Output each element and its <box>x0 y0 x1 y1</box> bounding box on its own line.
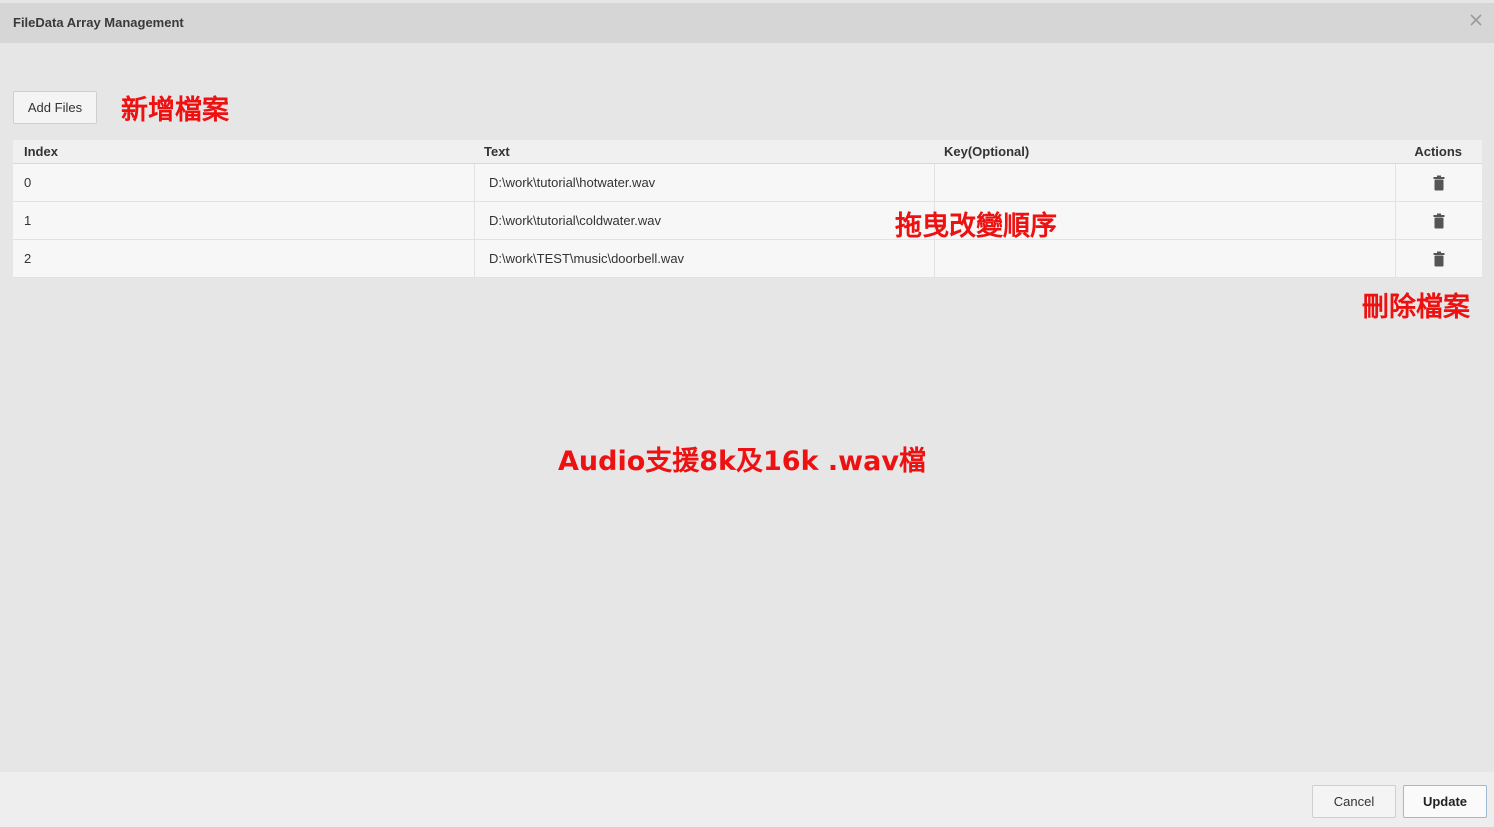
table-row[interactable]: 1 D:\work\tutorial\coldwater.wav <box>13 202 1482 240</box>
row-actions <box>1395 164 1482 201</box>
row-text[interactable]: D:\work\tutorial\coldwater.wav <box>474 202 934 239</box>
row-actions <box>1395 202 1482 239</box>
column-header-text: Text <box>484 144 510 159</box>
row-key[interactable] <box>934 164 1395 201</box>
update-button[interactable]: Update <box>1403 785 1487 818</box>
dialog-title: FileData Array Management <box>13 15 184 30</box>
row-actions <box>1395 240 1482 277</box>
row-text[interactable]: D:\work\tutorial\hotwater.wav <box>474 164 934 201</box>
dialog-footer: Cancel Update <box>0 772 1494 827</box>
row-index: 2 <box>24 251 32 266</box>
trash-icon[interactable] <box>1433 251 1445 267</box>
dialog-title-bar: FileData Array Management <box>0 3 1494 43</box>
annotation-drag-reorder: 拖曳改變順序 <box>895 211 1057 242</box>
column-header-key: Key(Optional) <box>944 144 1030 159</box>
row-key[interactable] <box>934 240 1395 277</box>
row-index: 0 <box>24 175 32 190</box>
cancel-button[interactable]: Cancel <box>1312 785 1396 818</box>
table-row[interactable]: 2 D:\work\TEST\music\doorbell.wav <box>13 240 1482 278</box>
annotation-delete-file: 刪除檔案 <box>1362 292 1470 323</box>
close-icon[interactable] <box>1468 12 1484 28</box>
column-header-actions: Actions <box>1414 144 1462 159</box>
row-index: 1 <box>24 213 32 228</box>
file-table: Index Text Key(Optional) Actions 0 D:\wo… <box>13 140 1482 278</box>
column-header-index: Index <box>24 144 58 159</box>
trash-icon[interactable] <box>1433 213 1445 229</box>
add-files-button[interactable]: Add Files <box>13 91 97 124</box>
filedata-dialog: FileData Array Management Add Files 新增檔案… <box>0 0 1494 827</box>
row-text[interactable]: D:\work\TEST\music\doorbell.wav <box>474 240 934 277</box>
trash-icon[interactable] <box>1433 175 1445 191</box>
table-row[interactable]: 0 D:\work\tutorial\hotwater.wav <box>13 164 1482 202</box>
annotation-add-file: 新增檔案 <box>121 95 229 126</box>
table-header: Index Text Key(Optional) Actions <box>13 140 1482 164</box>
annotation-audio-support: Audio支援8k及16k .wav檔 <box>558 446 926 477</box>
